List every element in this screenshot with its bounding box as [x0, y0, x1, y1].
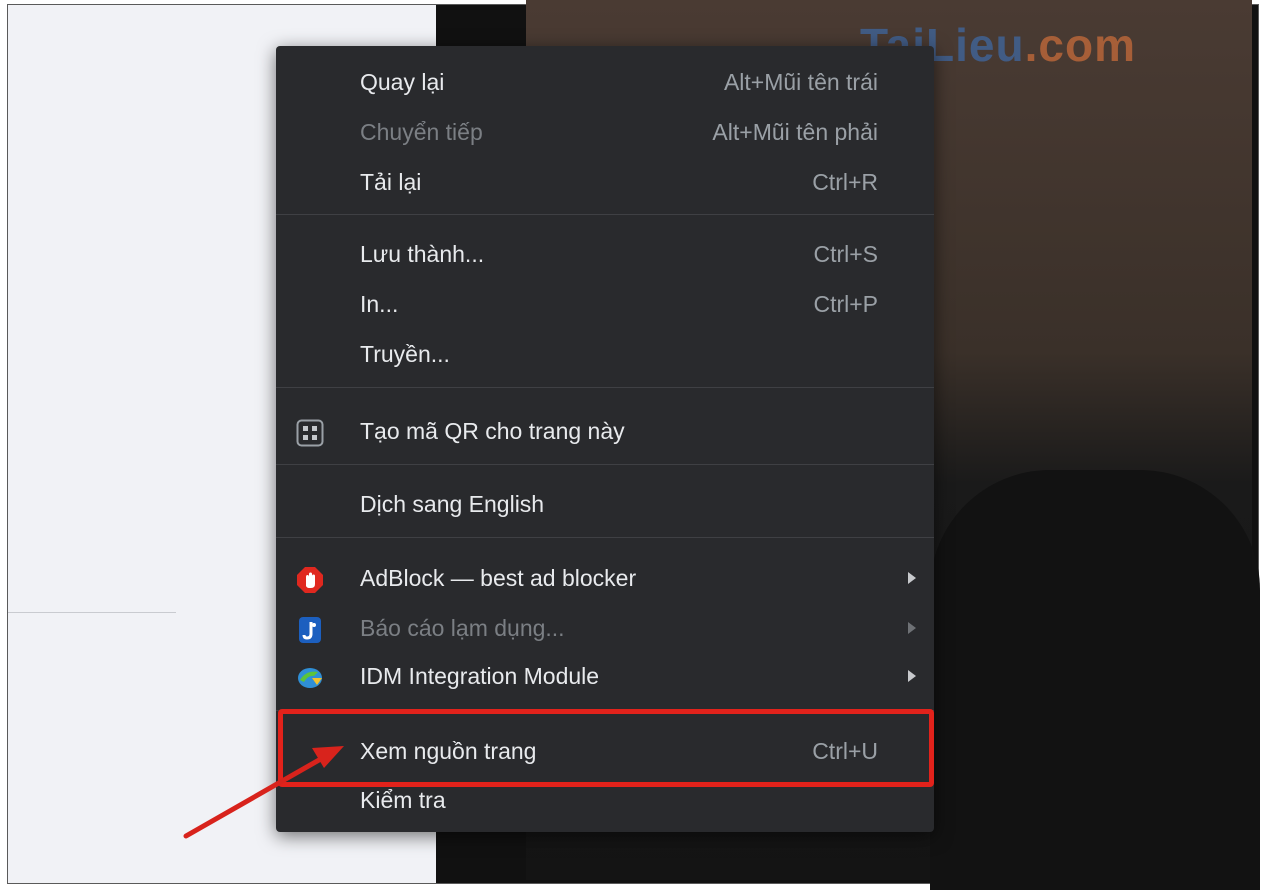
annotation-arrow-icon: [183, 746, 344, 839]
